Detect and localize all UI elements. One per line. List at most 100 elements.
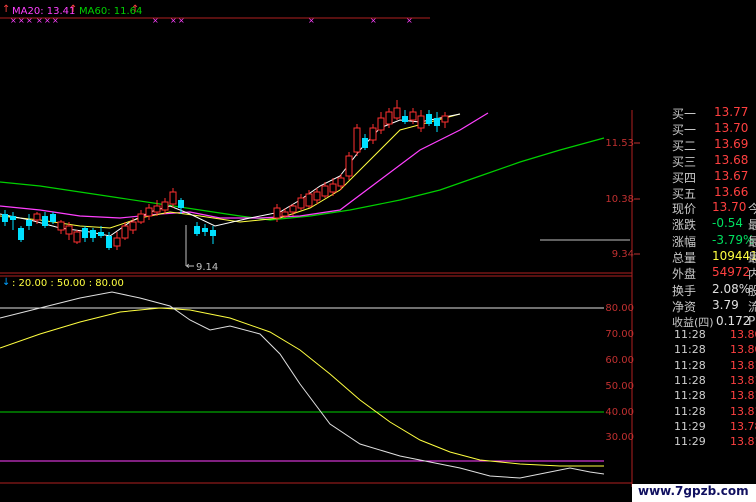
candle-body: [161, 201, 169, 211]
bid-row-top: 买一 13.77: [634, 105, 756, 121]
candle-body: [82, 228, 88, 238]
candle-body: [297, 197, 305, 209]
bid-label: 买三: [672, 155, 697, 169]
candle-body: [73, 231, 81, 243]
kdj-k-line: [0, 291, 605, 479]
candle-body: [153, 205, 161, 213]
trade-price: 13.80: [730, 343, 756, 357]
trade-row: 11:29 13.81: [634, 435, 756, 450]
trade-row: 11:28 13.81: [634, 389, 756, 404]
candle-body: [98, 232, 104, 236]
bid-row: 买三 13.68: [634, 153, 756, 169]
trade-price: 13.78: [730, 419, 756, 433]
trade-time: 11:28: [674, 389, 706, 403]
trade-time: 11:28: [674, 373, 706, 387]
candle-body: [313, 191, 321, 201]
trade-time: 11:28: [674, 328, 706, 341]
indicator-axis-label: 80.00: [605, 303, 634, 314]
indicator-params: : 20.00 : 50.00 : 80.00: [12, 278, 124, 289]
trade-price: 13.81: [730, 435, 756, 449]
ma-mid-line: [0, 113, 461, 229]
bid-value: 13.67: [714, 169, 749, 183]
indicator-axis-label: 70.00: [605, 329, 634, 340]
indicator-arrow-icon: ↓: [2, 277, 11, 288]
svg-text:×: ×: [152, 16, 159, 25]
price-axis-label: 10.38: [605, 194, 634, 205]
svg-text:×: ×: [170, 16, 177, 25]
indicator-axis-label: 60.00: [605, 355, 634, 366]
trade-row: 11:28 13.81: [634, 359, 756, 374]
candle-body: [194, 226, 200, 234]
trade-row: 11:28 13.81: [634, 405, 756, 420]
indicator-axis-label: 30.00: [605, 432, 634, 443]
bid-row: 买二 13.69: [634, 137, 756, 153]
candle-body: [90, 230, 96, 238]
candle-body: [178, 200, 184, 208]
candle-body: [26, 220, 32, 226]
candlesticks: [2, 100, 449, 250]
bid-row: 买四 13.67: [634, 169, 756, 185]
candle-body: [409, 111, 417, 121]
stat-row: 换手 2.08% 股: [634, 282, 756, 298]
ma20-arrow-icon: ↑: [69, 4, 78, 15]
bid-value: 13.77: [714, 105, 749, 119]
candle-body: [145, 207, 153, 217]
stat-label: 换手: [672, 283, 697, 298]
candle-body: [377, 117, 385, 131]
stat-row: 总量 109441 最: [634, 249, 756, 265]
candle-body: [385, 111, 393, 125]
stat-suffix: 内: [748, 267, 756, 282]
candle-body: [121, 225, 129, 239]
watermark-text: www.7gpzb.com: [638, 484, 749, 498]
candle-body: [137, 213, 145, 223]
candle-body: [441, 115, 449, 123]
candle-body: [273, 207, 281, 219]
trade-price: 13.81: [730, 373, 756, 387]
trade-time: 11:29: [674, 419, 706, 433]
bid-value: 13.69: [714, 137, 749, 151]
stat-value: 2.08%: [712, 281, 751, 296]
candle-body: [281, 211, 289, 217]
indicator-axis-label: 50.00: [605, 381, 634, 392]
stat-label: 总量: [672, 250, 697, 265]
candle-body: [393, 107, 401, 119]
bid-label: 买四: [672, 171, 697, 185]
stat-value: 3.79: [712, 297, 739, 312]
bid-label: 买一: [672, 123, 697, 137]
stat-row: 涨幅 -3.79% 最: [634, 233, 756, 249]
stat-row: 涨跌 -0.54 最: [634, 216, 756, 232]
candle-body: [42, 216, 48, 226]
stat-value: 0.172: [716, 314, 751, 329]
bid-value: 13.66: [714, 185, 749, 199]
candle-body: [50, 214, 56, 222]
candle-body: [10, 216, 16, 220]
bid-label: 买一: [672, 107, 697, 121]
bid-row: 买五 13.66: [634, 185, 756, 201]
trade-price: 13.81: [730, 404, 756, 418]
svg-text:×: ×: [178, 16, 185, 25]
stat-label: 涨跌: [672, 218, 697, 233]
candle-body: [321, 185, 329, 197]
trade-price: 13.81: [730, 358, 756, 372]
trade-time: 11:29: [674, 435, 706, 449]
trade-time: 11:28: [674, 358, 706, 372]
bid-value: 13.70: [714, 121, 749, 135]
stat-suffix: 最: [748, 218, 756, 233]
stat-row: 现价 13.70 今: [634, 200, 756, 216]
trade-row: 11:28 13.81: [634, 374, 756, 389]
low-marker-label: 9.14: [196, 262, 219, 273]
trade-row: 11:28 13.80: [634, 328, 756, 343]
candle-body: [337, 177, 345, 187]
candle-body: [106, 236, 112, 248]
price-axis-label: 9.34: [611, 249, 634, 260]
stat-value: 54972: [712, 265, 751, 280]
stat-suffix: 流: [748, 299, 756, 314]
stat-row: 外盘 54972 内: [634, 265, 756, 281]
candle-body: [305, 193, 313, 207]
candle-body: [57, 221, 65, 231]
stat-label: 外盘: [672, 267, 697, 282]
candle-body: [65, 225, 73, 235]
candle-body: [329, 183, 337, 193]
stat-suffix: 今: [748, 202, 756, 216]
low-marker-arrow-icon: ←: [186, 261, 195, 272]
